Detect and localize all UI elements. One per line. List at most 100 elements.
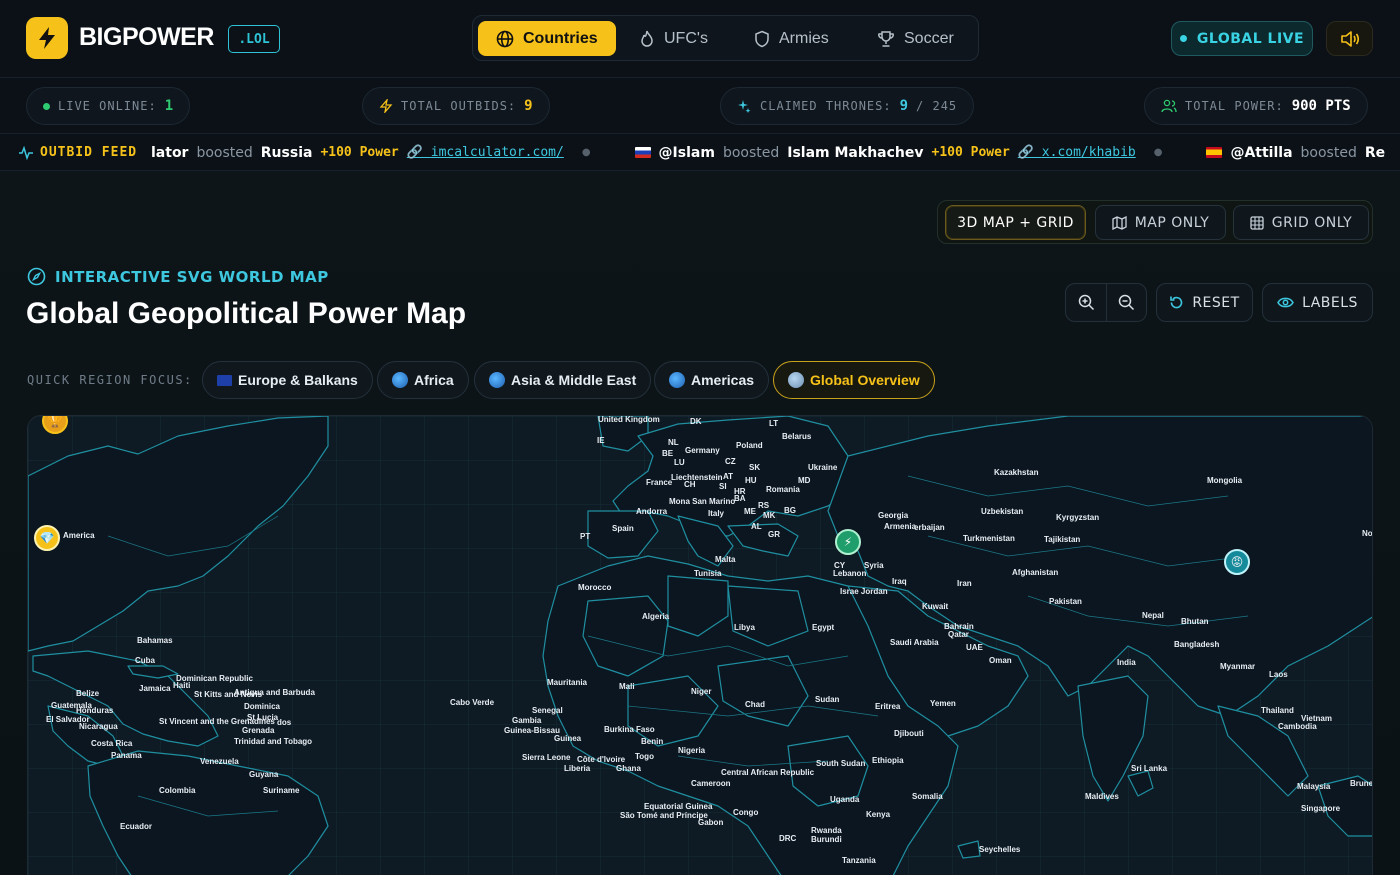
ticker-verb: boosted <box>1300 144 1357 161</box>
region-label: Asia & Middle East <box>511 372 637 388</box>
ticker-link[interactable]: 🔗 imcalculator.com/ <box>407 145 564 160</box>
country-label: Cuba <box>135 656 155 665</box>
country-label: Malaysia <box>1297 782 1331 791</box>
country-label: Chad <box>745 700 765 709</box>
country-label: Poland <box>736 441 763 450</box>
region-asia-middle-east[interactable]: Asia & Middle East <box>474 361 652 399</box>
eu-flag-icon <box>217 374 232 386</box>
brand-logo[interactable] <box>26 17 68 59</box>
country-label: Turkmenistan <box>963 534 1015 543</box>
ticker-verb: boosted <box>196 144 253 161</box>
country-label: Bhutan <box>1181 617 1209 626</box>
ticker-link[interactable]: 🔗 x.com/khabib <box>1018 145 1136 160</box>
region-global-overview[interactable]: Global Overview <box>773 361 935 399</box>
main-nav: Countries UFC's Armies Soccer <box>472 15 979 61</box>
country-label: Trinidad and Tobago <box>234 737 313 746</box>
ticker-power: +100 Power <box>931 145 1010 160</box>
stat-total-power: TOTAL POWER: 900 PTS <box>1144 87 1368 125</box>
country-label: Seychelles <box>979 845 1021 854</box>
country-label: Saudi Arabia <box>890 638 939 647</box>
throne-marker-icon[interactable]: 💎 <box>34 525 60 551</box>
country-label: Brune <box>1350 779 1373 788</box>
country-label: Egypt <box>812 623 835 632</box>
zoom-in-button[interactable] <box>1065 283 1107 322</box>
country-label: Qatar <box>948 630 969 639</box>
country-label: Sierra Leone <box>522 753 571 762</box>
region-africa[interactable]: Africa <box>377 361 469 399</box>
country-label: Rwanda <box>811 826 842 835</box>
stat-label: TOTAL POWER: <box>1185 99 1284 113</box>
outbid-ticker: OUTBID FEED lator boosted Russia +100 Po… <box>0 134 1400 171</box>
sound-toggle-button[interactable] <box>1326 21 1373 56</box>
country-label: Nor <box>1362 529 1373 538</box>
region-label: Africa <box>414 372 454 388</box>
country-label: Lebanon <box>833 569 867 578</box>
region-europe-balkans[interactable]: Europe & Balkans <box>202 361 373 399</box>
nav-label: Soccer <box>904 29 954 47</box>
stat-live-online: LIVE ONLINE: 1 <box>26 87 191 125</box>
nav-armies[interactable]: Armies <box>754 21 829 56</box>
country-label: Bangladesh <box>1174 640 1220 649</box>
country-label: Cabo Verde <box>450 698 495 707</box>
stat-total: / 245 <box>916 99 958 113</box>
nav-ufc[interactable]: UFC's <box>639 21 708 56</box>
country-label: Honduras <box>76 706 114 715</box>
reset-button[interactable]: RESET <box>1156 283 1253 322</box>
global-live-button[interactable]: GLOBAL LIVE <box>1171 21 1313 56</box>
country-label: Burkina Faso <box>604 725 655 734</box>
country-label: Pakistan <box>1049 597 1082 606</box>
quick-region-label: QUICK REGION FOCUS: <box>27 373 193 387</box>
view-3d-map-grid[interactable]: 3D MAP + GRID <box>945 205 1086 240</box>
country-label: Uganda <box>830 795 860 804</box>
country-label: Mona San Marino <box>669 497 736 506</box>
country-label: CH <box>684 480 696 489</box>
country-label: Sudan <box>815 695 840 704</box>
nav-label: Armies <box>779 29 829 47</box>
world-map[interactable]: 🏆 💎 ⚡ 😡 United Kingdom DK LT Belarus IE … <box>27 415 1373 875</box>
country-label: erbaijan <box>914 523 945 532</box>
nav-soccer[interactable]: Soccer <box>877 21 954 56</box>
ticker-item[interactable]: lator boosted Russia +100 Power 🔗 imcalc… <box>151 145 591 161</box>
country-label: Guyana <box>249 770 279 779</box>
country-label: Georgia <box>878 511 909 520</box>
stat-value: 1 <box>164 98 174 114</box>
globe-africa-icon <box>392 372 408 388</box>
country-label: dos <box>277 718 292 727</box>
country-label: Dominica <box>244 702 281 711</box>
country-label: Afghanistan <box>1012 568 1059 577</box>
country-label: Ghana <box>616 764 641 773</box>
reset-icon <box>1170 296 1183 309</box>
ticker-item[interactable]: @Islam boosted Islam Makhachev +100 Powe… <box>634 145 1162 161</box>
nav-countries[interactable]: Countries <box>478 21 616 56</box>
country-label: America <box>63 531 95 540</box>
zoom-out-button[interactable] <box>1106 283 1147 322</box>
country-label: Eritrea <box>875 702 901 711</box>
country-label: Niger <box>691 687 712 696</box>
country-label: Kazakhstan <box>994 468 1039 477</box>
country-label: Spain <box>612 524 634 533</box>
brand-name[interactable]: BIGPOWER <box>79 23 214 52</box>
lightning-icon <box>379 99 393 113</box>
throne-marker-lightning-icon[interactable]: ⚡ <box>835 529 861 555</box>
country-label: Togo <box>635 752 654 761</box>
view-grid-only[interactable]: GRID ONLY <box>1233 205 1369 240</box>
stat-value: 9 <box>899 98 909 114</box>
country-label: Cameroon <box>691 779 731 788</box>
compass-icon <box>27 267 46 286</box>
globe-asia-icon <box>489 372 505 388</box>
country-label: Syria <box>864 561 884 570</box>
country-label: DK <box>690 417 702 426</box>
country-label: Singapore <box>1301 804 1341 813</box>
ticker-item[interactable]: @Attilla boosted Re <box>1206 145 1385 161</box>
zoom-in-icon <box>1078 294 1094 311</box>
flag-spain-icon <box>1206 147 1223 158</box>
country-label: Malta <box>715 555 736 564</box>
country-label: India <box>1117 658 1136 667</box>
region-americas[interactable]: Americas <box>654 361 770 399</box>
view-map-only[interactable]: MAP ONLY <box>1095 205 1226 240</box>
country-label: Nepal <box>1142 611 1164 620</box>
labels-toggle-button[interactable]: LABELS <box>1262 283 1373 322</box>
online-dot-icon <box>43 102 50 110</box>
country-label: SK <box>749 463 761 472</box>
throne-marker-avatar-icon[interactable]: 😡 <box>1224 549 1250 575</box>
